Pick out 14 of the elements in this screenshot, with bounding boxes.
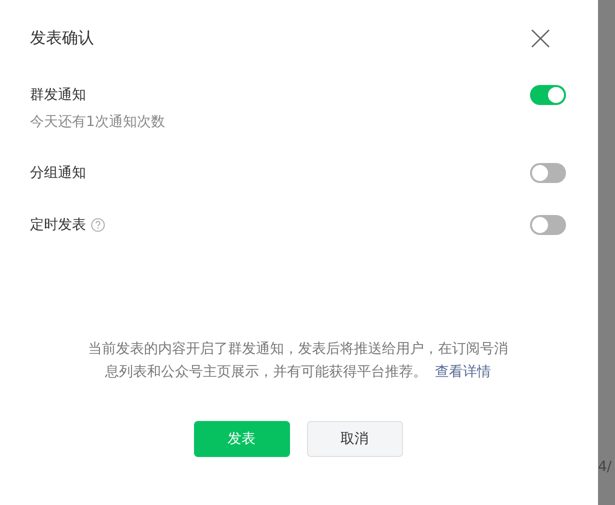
toggle-switch[interactable] (530, 163, 566, 183)
option-label: 群发通知 (30, 86, 86, 104)
option-label: 分组通知 (30, 164, 86, 182)
help-icon[interactable] (91, 218, 105, 232)
toggle-switch[interactable] (530, 215, 566, 235)
cancel-button[interactable]: 取消 (306, 421, 402, 457)
page-text: 4/ (598, 459, 612, 475)
details-link[interactable]: 查看详情 (435, 364, 492, 380)
notice-text: 当前发表的内容开启了群发通知，发表后将推送给用户，在订阅号消息列表和公众号主页展示，并有可能获得平台推荐。 查看详情 (87, 340, 509, 382)
toggle-switch[interactable] (530, 85, 566, 105)
close-icon[interactable] (531, 28, 550, 48)
option-hint: 今天还有1次通知次数 (30, 113, 165, 131)
dialog-title: 发表确认 (30, 28, 94, 48)
option-label: 定时发表 (30, 216, 86, 234)
